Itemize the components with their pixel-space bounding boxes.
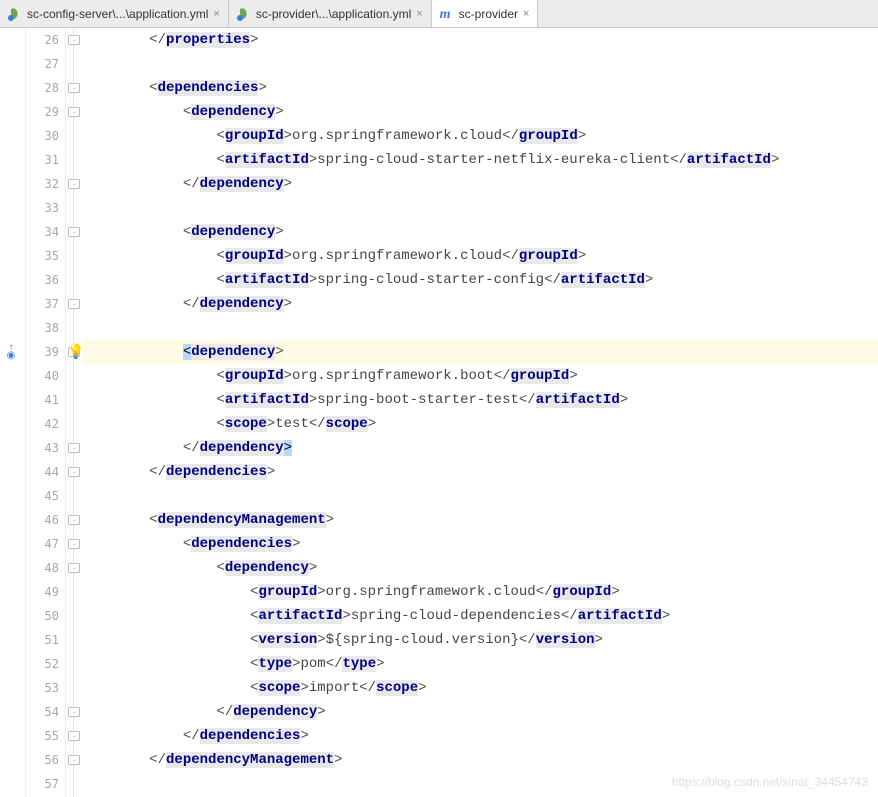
close-icon[interactable]: × <box>523 8 529 20</box>
fold-toggle[interactable]: - <box>68 179 80 189</box>
yaml-file-icon <box>237 7 251 21</box>
line-number: 41 <box>26 388 59 412</box>
marker-column: ↑◉ <box>0 28 26 797</box>
tab-0[interactable]: sc-config-server\...\application.yml × <box>0 0 229 27</box>
code-line[interactable]: <dependency> <box>82 220 878 244</box>
code-area[interactable]: </properties> <dependencies> <dependency… <box>82 28 878 797</box>
editor-tabs: sc-config-server\...\application.yml ×sc… <box>0 0 878 28</box>
line-number: 50 <box>26 604 59 628</box>
line-number: 44 <box>26 460 59 484</box>
line-number: 42 <box>26 412 59 436</box>
code-line[interactable]: <artifactId>spring-boot-starter-test</ar… <box>82 388 878 412</box>
line-number: 26 <box>26 28 59 52</box>
code-line[interactable]: <type>pom</type> <box>82 652 878 676</box>
line-number: 46 <box>26 508 59 532</box>
code-line[interactable]: <version>${spring-cloud.version}</versio… <box>82 628 878 652</box>
fold-toggle[interactable]: - <box>68 227 80 237</box>
line-number: 30 <box>26 124 59 148</box>
tab-label: sc-provider <box>459 7 518 21</box>
line-number-gutter: 2627282930313233343536373839404142434445… <box>26 28 66 797</box>
line-number: 47 <box>26 532 59 556</box>
line-number: 29 <box>26 100 59 124</box>
line-number: 54 <box>26 700 59 724</box>
code-line[interactable]: <artifactId>spring-cloud-starter-netflix… <box>82 148 878 172</box>
fold-toggle[interactable]: - <box>68 467 80 477</box>
fold-toggle[interactable]: - <box>68 35 80 45</box>
fold-column: --------------- <box>66 28 82 797</box>
override-icon[interactable]: ↑◉ <box>7 344 16 360</box>
line-number: 45 <box>26 484 59 508</box>
fold-toggle[interactable]: - <box>68 731 80 741</box>
code-line[interactable]: </dependency> <box>82 700 878 724</box>
fold-toggle[interactable]: - <box>68 443 80 453</box>
code-line[interactable]: </dependencyManagement> <box>82 748 878 772</box>
line-number: 38 <box>26 316 59 340</box>
code-line[interactable]: <dependencies> <box>82 76 878 100</box>
fold-toggle[interactable]: - <box>68 707 80 717</box>
code-line[interactable]: </dependencies> <box>82 460 878 484</box>
close-icon[interactable]: × <box>416 8 422 20</box>
code-line[interactable] <box>82 316 878 340</box>
code-line[interactable]: </dependency> <box>82 172 878 196</box>
code-line[interactable]: <scope>test</scope> <box>82 412 878 436</box>
code-line[interactable]: <artifactId>spring-cloud-starter-config<… <box>82 268 878 292</box>
line-number: 31 <box>26 148 59 172</box>
tab-label: sc-config-server\...\application.yml <box>27 7 208 21</box>
tab-1[interactable]: sc-provider\...\application.yml × <box>229 0 432 27</box>
code-line[interactable]: <groupId>org.springframework.cloud</grou… <box>82 124 878 148</box>
fold-toggle[interactable]: - <box>68 539 80 549</box>
line-number: 34 <box>26 220 59 244</box>
code-line[interactable]: <dependencies> <box>82 532 878 556</box>
line-number: 49 <box>26 580 59 604</box>
code-line[interactable] <box>82 52 878 76</box>
line-number: 53 <box>26 676 59 700</box>
intention-bulb-icon[interactable]: 💡 <box>67 344 84 361</box>
editor-area: ↑◉ 2627282930313233343536373839404142434… <box>0 28 878 797</box>
code-line[interactable]: <groupId>org.springframework.boot</group… <box>82 364 878 388</box>
line-number: 28 <box>26 76 59 100</box>
line-number: 32 <box>26 172 59 196</box>
line-number: 36 <box>26 268 59 292</box>
line-number: 37 <box>26 292 59 316</box>
fold-toggle[interactable]: - <box>68 299 80 309</box>
line-number: 40 <box>26 364 59 388</box>
line-number: 56 <box>26 748 59 772</box>
line-number: 57 <box>26 772 59 796</box>
line-number: 27 <box>26 52 59 76</box>
code-line[interactable]: <dependencyManagement> <box>82 508 878 532</box>
yaml-file-icon <box>8 7 22 21</box>
fold-toggle[interactable]: - <box>68 83 80 93</box>
fold-toggle[interactable]: - <box>68 563 80 573</box>
line-number: 52 <box>26 652 59 676</box>
tab-label: sc-provider\...\application.yml <box>256 7 411 21</box>
close-icon[interactable]: × <box>213 8 219 20</box>
line-number: 48 <box>26 556 59 580</box>
code-line[interactable]: <groupId>org.springframework.cloud</grou… <box>82 580 878 604</box>
line-number: 51 <box>26 628 59 652</box>
code-line[interactable]: <groupId>org.springframework.cloud</grou… <box>82 244 878 268</box>
line-number: 43 <box>26 436 59 460</box>
code-line[interactable]: <dependency> <box>82 340 878 364</box>
fold-toggle[interactable]: - <box>68 107 80 117</box>
code-line[interactable]: </dependency> <box>82 436 878 460</box>
code-line[interactable]: <scope>import</scope> <box>82 676 878 700</box>
code-line[interactable]: <dependency> <box>82 100 878 124</box>
code-line[interactable]: </properties> <box>82 28 878 52</box>
watermark-text: https://blog.csdn.net/sinat_34454743 <box>672 775 868 789</box>
line-number: 55 <box>26 724 59 748</box>
maven-file-icon: m <box>440 7 454 21</box>
line-number: 35 <box>26 244 59 268</box>
fold-toggle[interactable]: - <box>68 755 80 765</box>
code-line[interactable]: <artifactId>spring-cloud-dependencies</a… <box>82 604 878 628</box>
line-number: 39 <box>26 340 59 364</box>
line-number: 33 <box>26 196 59 220</box>
code-line[interactable] <box>82 484 878 508</box>
code-line[interactable]: </dependencies> <box>82 724 878 748</box>
code-line[interactable]: <dependency> <box>82 556 878 580</box>
code-line[interactable] <box>82 196 878 220</box>
code-line[interactable]: </dependency> <box>82 292 878 316</box>
fold-toggle[interactable]: - <box>68 515 80 525</box>
tab-2[interactable]: m sc-provider × <box>432 0 539 27</box>
